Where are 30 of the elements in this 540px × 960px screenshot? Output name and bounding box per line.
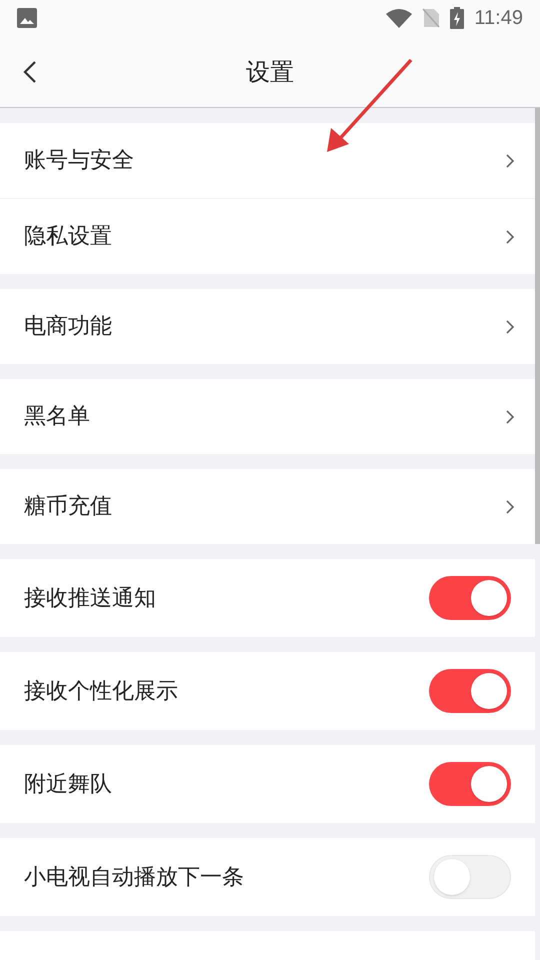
row-label: 附近舞队 xyxy=(24,770,112,798)
row-label: 糖币充值 xyxy=(24,493,112,521)
chevron-icon xyxy=(505,228,515,244)
settings-row[interactable]: 隐私设置 xyxy=(0,199,535,274)
toggle-switch[interactable] xyxy=(429,576,511,620)
toggle-switch[interactable] xyxy=(429,669,511,713)
row-label: 电商功能 xyxy=(24,313,112,341)
image-icon xyxy=(17,8,37,28)
chevron-icon xyxy=(505,408,515,424)
settings-row[interactable]: 糖币充值 xyxy=(0,469,535,544)
chevron-icon xyxy=(505,318,515,334)
settings-row[interactable]: 电商功能 xyxy=(0,289,535,364)
wifi-icon xyxy=(386,8,412,28)
settings-row[interactable]: 账号与安全 xyxy=(0,123,535,198)
page-title: 设置 xyxy=(246,56,294,88)
row-label: 隐私设置 xyxy=(24,223,112,251)
no-sim-icon xyxy=(422,8,440,28)
status-time: 11:49 xyxy=(474,6,523,31)
settings-row[interactable]: 黑名单 xyxy=(0,379,535,454)
toggle-switch[interactable] xyxy=(429,762,511,806)
chevron-icon xyxy=(505,498,515,514)
row-label: 账号与安全 xyxy=(24,147,134,175)
back-icon xyxy=(23,60,37,84)
row-label: 接收推送通知 xyxy=(24,584,156,612)
toggle-switch[interactable] xyxy=(429,855,511,899)
row-label: 接收个性化展示 xyxy=(24,678,178,706)
battery-charging-icon xyxy=(450,7,464,29)
row-label: 黑名单 xyxy=(24,403,90,431)
chevron-icon xyxy=(505,152,515,168)
row-label: 小电视自动播放下一条 xyxy=(24,864,244,892)
